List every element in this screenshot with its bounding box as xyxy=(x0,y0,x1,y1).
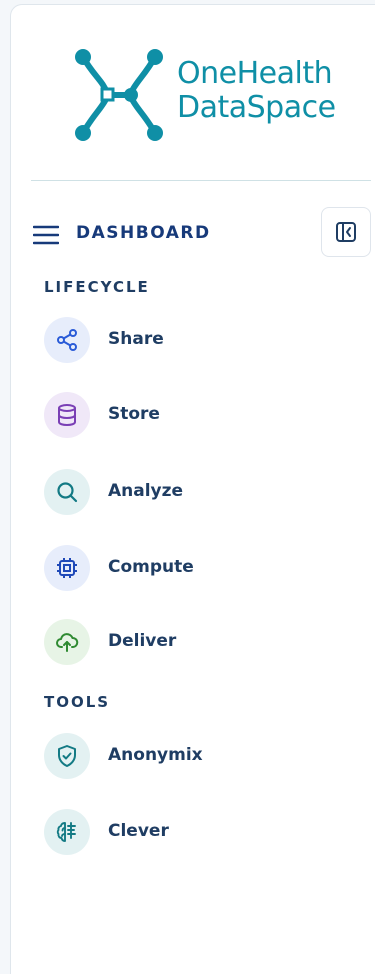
hamburger-icon[interactable] xyxy=(33,225,59,245)
nav-item-deliver[interactable]: Deliver xyxy=(44,619,344,665)
sidebar: OneHealth DataSpace DASHBOARD LIFECYCLE xyxy=(10,4,375,974)
database-icon xyxy=(44,392,90,438)
divider xyxy=(31,180,371,181)
share-icon xyxy=(44,317,90,363)
nav-label-anonymix: Anonymix xyxy=(108,745,203,765)
section-title-tools: TOOLS xyxy=(44,693,111,711)
nav-label-analyze: Analyze xyxy=(108,481,184,501)
sidebar-collapse-icon xyxy=(336,222,356,242)
brain-icon xyxy=(44,809,90,855)
brand-line-1: OneHealth xyxy=(177,56,333,91)
nav-label-share: Share xyxy=(108,329,164,349)
nav-item-store[interactable]: Store xyxy=(44,392,344,438)
dashboard-header: DASHBOARD xyxy=(33,207,373,257)
nav-label-compute: Compute xyxy=(108,557,194,577)
nav-item-share[interactable]: Share xyxy=(44,317,344,363)
collapse-sidebar-button[interactable] xyxy=(321,207,371,257)
brand-line-2: DataSpace xyxy=(177,90,336,125)
section-title-lifecycle: LIFECYCLE xyxy=(44,278,150,296)
nav-label-store: Store xyxy=(108,404,160,424)
cpu-chip-icon xyxy=(44,545,90,591)
brand-name: OneHealth DataSpace xyxy=(177,57,336,125)
nav-item-clever[interactable]: Clever xyxy=(44,809,344,855)
nav-item-anonymix[interactable]: Anonymix xyxy=(44,733,344,779)
dashboard-link[interactable]: DASHBOARD xyxy=(76,223,211,243)
cloud-upload-icon xyxy=(44,619,90,665)
brand-logo[interactable]: OneHealth DataSpace xyxy=(69,45,349,155)
nav-label-deliver: Deliver xyxy=(108,631,177,651)
nav-item-analyze[interactable]: Analyze xyxy=(44,469,344,515)
network-logo-icon xyxy=(75,49,163,141)
shield-check-icon xyxy=(44,733,90,779)
search-icon xyxy=(44,469,90,515)
nav-label-clever: Clever xyxy=(108,821,169,841)
nav-item-compute[interactable]: Compute xyxy=(44,545,344,591)
